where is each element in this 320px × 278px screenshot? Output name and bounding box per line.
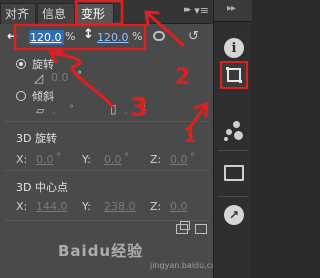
center-3d-z-value[interactable]: 0.0 <box>170 200 188 213</box>
remove-transform-icon[interactable] <box>195 224 207 234</box>
scale-height-field[interactable]: 120.0 <box>96 30 131 45</box>
panel-menu-icon[interactable]: ▾≡ <box>194 4 209 17</box>
rotation-3d-x-unit: ° <box>56 152 61 163</box>
rotate-label: 旋转 <box>32 58 54 71</box>
center-3d-title: 3D 中心点 <box>16 181 68 194</box>
reset-scale-icon[interactable]: ↺ <box>188 29 199 44</box>
skew-vertical-icon: ▯ <box>110 102 117 116</box>
info-icon: i <box>224 38 244 58</box>
skew-vertical-value[interactable]: - <box>124 106 128 119</box>
motion-icon: ↗ <box>224 205 244 225</box>
rotation-3d-y-value[interactable]: 0.0 <box>104 153 122 166</box>
tab-info[interactable]: 信息 <box>37 3 75 24</box>
panel-tab-bar: 对齐 信息 变形 ▸▸ ▾≡ <box>0 0 213 24</box>
rotate-angle-icon: ◿ <box>34 71 44 85</box>
dock-divider <box>218 150 248 151</box>
tab-transform[interactable]: 变形 <box>76 3 114 24</box>
rotation-3d-y-label: Y: <box>82 153 91 166</box>
rotation-3d-z-value[interactable]: 0.0 <box>170 153 188 166</box>
transform-panel: 对齐 信息 变形 ▸▸ ▾≡ ↔ 120.0 % ↕ 120.0 % ↺ 旋转 … <box>0 0 224 278</box>
divider <box>4 170 209 171</box>
library-icon <box>224 165 244 181</box>
rotation-3d-x-value[interactable]: 0.0 <box>36 153 54 166</box>
constrain-link-icon[interactable] <box>153 31 165 41</box>
dock-swatches-button[interactable] <box>221 118 247 144</box>
scale-row: ↔ 120.0 % ↕ 120.0 % ↺ <box>0 25 213 50</box>
collapse-panel-icon[interactable]: ▸▸ <box>184 5 191 15</box>
center-3d-y-value[interactable]: 238.0 <box>104 200 136 213</box>
center-3d-x-value[interactable]: 144.0 <box>36 200 68 213</box>
rotation-3d-x-label: X: <box>16 153 28 166</box>
watermark-logo: Baidu经验 <box>58 242 144 260</box>
center-3d-x-label: X: <box>16 200 28 213</box>
rotation-3d-y-unit: ° <box>124 152 129 163</box>
scale-width-icon: ↔ <box>7 29 18 43</box>
rotate-radio[interactable] <box>16 59 26 69</box>
rotation-3d-z-label: Z: <box>150 153 162 166</box>
rotate-unit: ° <box>77 70 82 81</box>
rotation-3d-z-unit: ° <box>190 152 195 163</box>
color-swatches-icon <box>223 120 245 142</box>
duplicate-transform-icon[interactable] <box>176 221 190 234</box>
scale-height-icon: ↕ <box>83 27 94 42</box>
dock-info-button[interactable]: i <box>221 35 247 61</box>
tab-align[interactable]: 对齐 <box>0 3 36 24</box>
skew-horizontal-unit: ° <box>69 104 74 115</box>
dock-transform-button[interactable] <box>220 61 248 89</box>
rotate-value[interactable]: 0.0 <box>51 71 69 84</box>
dock-library-button[interactable] <box>221 160 247 186</box>
scale-width-field[interactable]: 120.0 <box>29 30 64 45</box>
divider <box>4 121 209 122</box>
rotation-3d-title: 3D 旋转 <box>16 132 57 145</box>
divider <box>4 220 209 221</box>
dock-divider <box>218 196 248 197</box>
center-3d-z-label: Z: <box>150 200 162 213</box>
center-3d-y-label: Y: <box>82 200 91 213</box>
skew-radio[interactable] <box>16 91 26 101</box>
scale-height-unit: % <box>132 30 143 43</box>
skew-horizontal-icon: ▱ <box>36 104 45 117</box>
panel-dock: ▸▸ i ↗ <box>213 0 252 278</box>
transform-icon <box>226 67 242 83</box>
skew-vertical-unit: ° <box>141 104 146 115</box>
dock-grip[interactable]: ▸▸ <box>214 0 252 22</box>
skew-label: 倾斜 <box>32 90 54 103</box>
dock-motion-button[interactable]: ↗ <box>221 202 247 228</box>
skew-horizontal-value[interactable]: - <box>52 106 56 119</box>
scale-width-unit: % <box>65 30 76 43</box>
